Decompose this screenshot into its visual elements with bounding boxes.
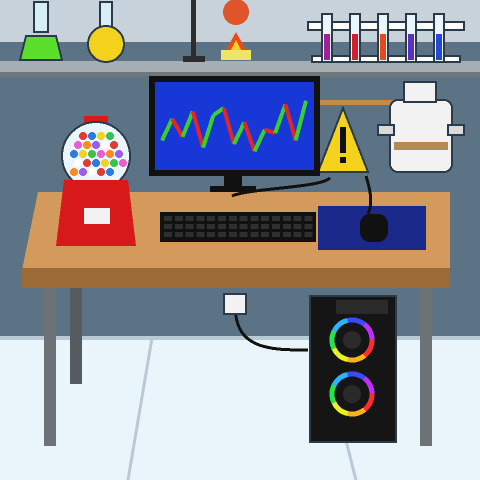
keyboard-key <box>261 232 270 237</box>
keyboard-key <box>218 232 226 237</box>
keyboard-key <box>218 224 226 229</box>
gumball <box>101 159 109 167</box>
keyboard-key <box>304 216 313 221</box>
gumball <box>92 159 100 167</box>
desk-edge <box>22 268 450 288</box>
keyboard-key <box>272 232 280 237</box>
gumball <box>106 132 114 140</box>
keyboard-key <box>239 216 248 221</box>
test-tube-liquid <box>324 34 330 60</box>
keyboard-key <box>207 232 216 237</box>
gumball <box>74 159 82 167</box>
wall-outlet <box>223 293 247 315</box>
desk-leg-right <box>420 288 432 446</box>
keyboard-key <box>196 224 205 229</box>
gumball <box>79 150 87 158</box>
keyboard-key <box>174 216 183 221</box>
keyboard-key <box>282 232 291 237</box>
keyboard-key <box>272 224 280 229</box>
gumball <box>110 141 118 149</box>
gumball <box>88 132 96 140</box>
desk-leg-left-back <box>70 288 82 384</box>
keyboard-key <box>293 216 302 221</box>
keyboard-key <box>218 216 226 221</box>
gumball <box>70 150 78 158</box>
fan-rgb-ring-segment <box>329 384 337 404</box>
keyboard-key <box>185 232 194 237</box>
keyboard-key <box>261 224 270 229</box>
gumball <box>106 168 114 176</box>
keyboard-key <box>207 224 216 229</box>
keyboard-key <box>239 232 248 237</box>
keyboard-key <box>174 224 183 229</box>
gumball-machine <box>56 116 136 246</box>
keyboard-key <box>272 216 280 221</box>
keyboard-key <box>185 224 194 229</box>
gumball <box>79 168 87 176</box>
keyboard <box>160 212 316 242</box>
keyboard-key <box>250 224 259 229</box>
keyboard-key <box>164 232 172 237</box>
keyboard-key <box>239 224 248 229</box>
keyboard-key <box>196 216 205 221</box>
fan-hub <box>343 385 361 403</box>
gumball <box>97 150 105 158</box>
gumball <box>70 168 78 176</box>
keyboard-key <box>304 232 313 237</box>
keyboard-key <box>174 232 183 237</box>
keyboard-key <box>185 216 194 221</box>
gumball <box>97 132 105 140</box>
test-tube-liquid <box>352 34 358 60</box>
test-tube-liquid <box>380 34 386 60</box>
keyboard-key <box>250 232 259 237</box>
gumball <box>83 141 91 149</box>
keyboard-key <box>228 216 237 221</box>
gumball <box>106 150 114 158</box>
fan-hub <box>343 331 361 349</box>
gumball <box>79 132 87 140</box>
keyboard-key <box>196 232 205 237</box>
keyboard-key <box>282 216 291 221</box>
gumball <box>110 159 118 167</box>
keyboard-key <box>293 224 302 229</box>
lab-desk-scene <box>0 0 480 480</box>
keyboard-key <box>228 232 237 237</box>
gumball <box>88 150 96 158</box>
mouse <box>360 214 388 242</box>
gumball <box>115 150 123 158</box>
gumball <box>101 141 109 149</box>
fan-rgb-ring-segment <box>329 330 337 350</box>
desk-leg-left <box>44 288 56 446</box>
test-tube-liquid <box>408 34 414 60</box>
keyboard-key <box>207 216 216 221</box>
keyboard-key <box>293 232 302 237</box>
keyboard-key <box>250 216 259 221</box>
keyboard-key <box>164 224 172 229</box>
test-tube-liquid <box>436 34 442 60</box>
keyboard-key <box>164 216 172 221</box>
keyboard-key <box>282 224 291 229</box>
gumball <box>119 159 127 167</box>
gumball <box>83 159 91 167</box>
keyboard-key <box>304 224 313 229</box>
keyboard-key <box>261 216 270 221</box>
gumball <box>88 168 96 176</box>
gumball <box>74 141 82 149</box>
gumball <box>92 141 100 149</box>
keyboard-key <box>228 224 237 229</box>
gumball <box>97 168 105 176</box>
